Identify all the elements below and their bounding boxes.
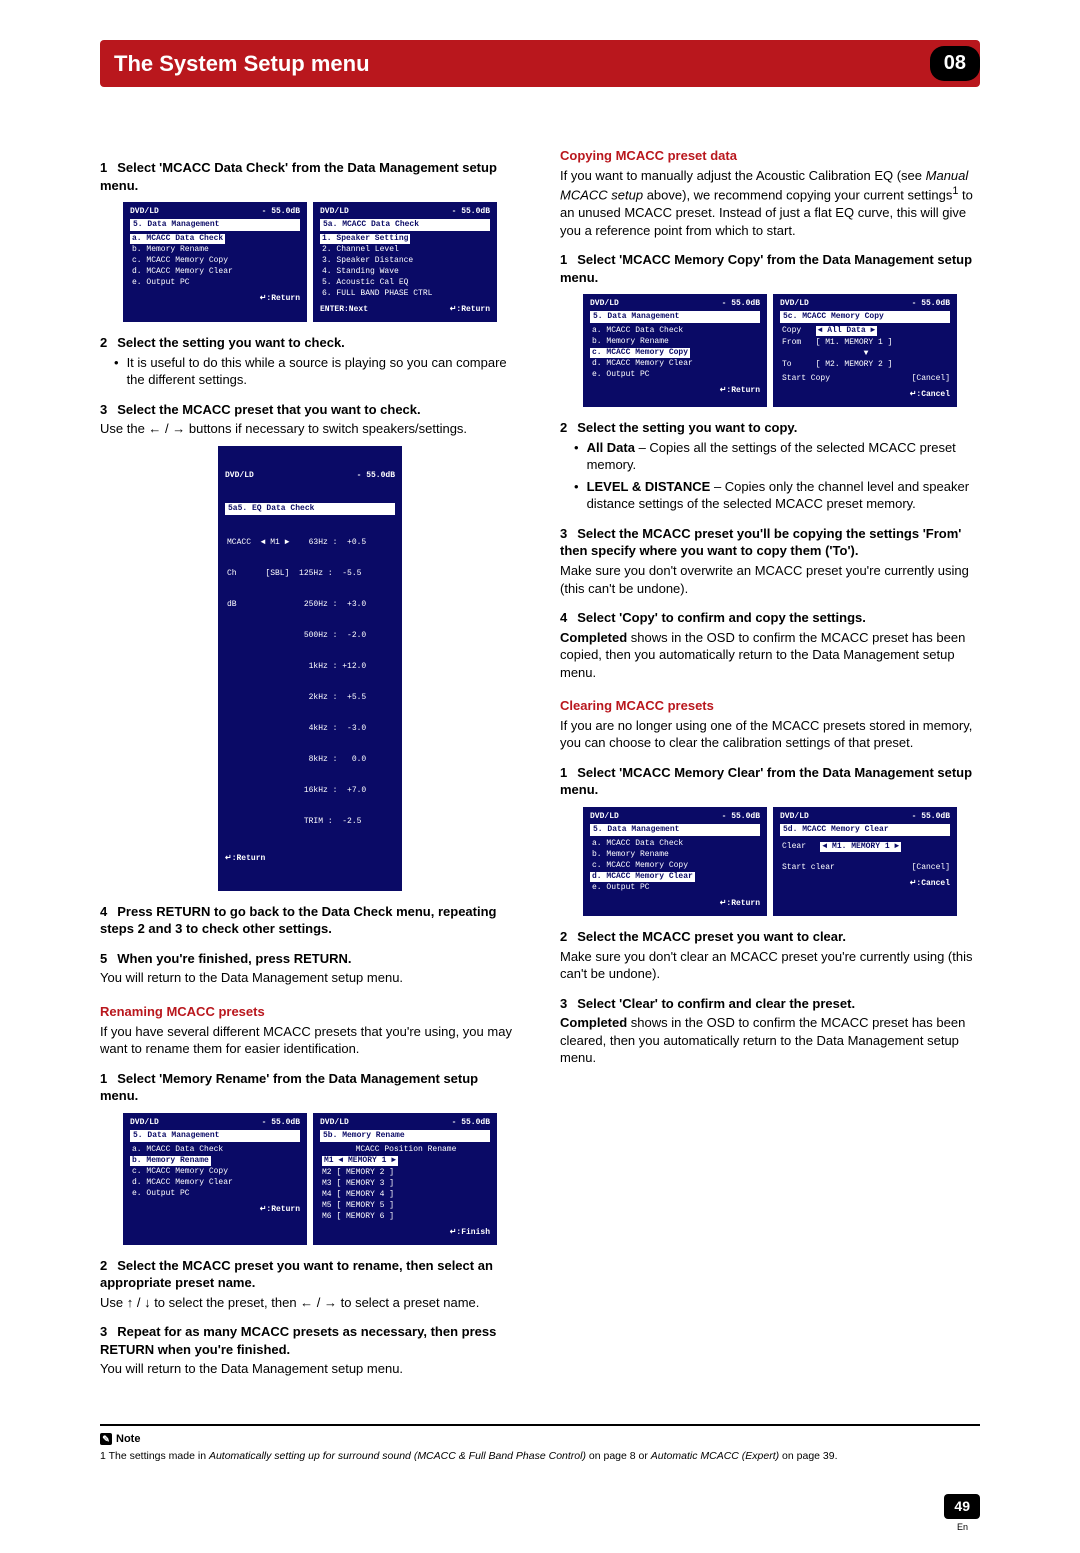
body-text: If you have several different MCACC pres… xyxy=(100,1023,520,1058)
copy-heading: Copying MCACC preset data xyxy=(560,147,980,165)
divider xyxy=(100,1424,980,1426)
osd-data-mgmt: DVD/LD- 55.0dB 5. Data Management a. MCA… xyxy=(123,202,307,322)
note-icon: ✎ xyxy=(100,1433,112,1445)
body-text: Completed shows in the OSD to confirm th… xyxy=(560,1014,980,1067)
copy-step-3: 3Select the MCACC preset you'll be copyi… xyxy=(560,525,980,560)
osd-eq-check: DVD/LD- 55.0dB 5a5. EQ Data Check MCACC … xyxy=(218,446,402,891)
osd-clear-b: DVD/LD- 55.0dB 5d. MCACC Memory Clear Cl… xyxy=(773,807,957,916)
osd-pair-copy: DVD/LD- 55.0dB 5. Data Management a. MCA… xyxy=(560,294,980,407)
body-text: Completed shows in the OSD to confirm th… xyxy=(560,629,980,682)
step-3: 3Select the MCACC preset that you want t… xyxy=(100,401,520,419)
osd-pair-1: DVD/LD- 55.0dB 5. Data Management a. MCA… xyxy=(100,202,520,322)
page-title: The System Setup menu xyxy=(114,49,370,79)
rename-step-1: 1Select 'Memory Rename' from the Data Ma… xyxy=(100,1070,520,1105)
osd-clear-a: DVD/LD- 55.0dB 5. Data Management a. MCA… xyxy=(583,807,767,916)
bullet: All Data – Copies all the settings of th… xyxy=(574,439,980,474)
page-number: 49 xyxy=(944,1494,980,1519)
body-text: Make sure you don't clear an MCACC prese… xyxy=(560,948,980,983)
footnote: 1 The settings made in Automatically set… xyxy=(100,1449,980,1463)
body-text: You will return to the Data Management s… xyxy=(100,1360,520,1378)
title-bar: The System Setup menu 08 xyxy=(100,40,980,87)
body-text: If you are no longer using one of the MC… xyxy=(560,717,980,752)
body-text: You will return to the Data Management s… xyxy=(100,969,520,987)
left-column: 1Select 'MCACC Data Check' from the Data… xyxy=(100,147,520,1384)
osd-copy-b: DVD/LD- 55.0dB 5c. MCACC Memory Copy Cop… xyxy=(773,294,957,407)
bullet: LEVEL & DISTANCE – Copies only the chann… xyxy=(574,478,980,513)
osd-rename-b: DVD/LD- 55.0dB 5b. Memory Rename MCACC P… xyxy=(313,1113,497,1245)
osd-data-check: DVD/LD- 55.0dB 5a. MCACC Data Check 1. S… xyxy=(313,202,497,322)
body-text: Make sure you don't overwrite an MCACC p… xyxy=(560,562,980,597)
step-4: 4Press RETURN to go back to the Data Che… xyxy=(100,903,520,938)
body-text: Use the ← / → buttons if necessary to sw… xyxy=(100,420,520,438)
copy-step-1: 1Select 'MCACC Memory Copy' from the Dat… xyxy=(560,251,980,286)
osd-pair-clear: DVD/LD- 55.0dB 5. Data Management a. MCA… xyxy=(560,807,980,916)
step-1: 1Select 'MCACC Data Check' from the Data… xyxy=(100,159,520,194)
step-5: 5When you're finished, press RETURN. xyxy=(100,950,520,968)
rename-step-2: 2Select the MCACC preset you want to ren… xyxy=(100,1257,520,1292)
chapter-badge: 08 xyxy=(930,46,980,81)
clear-step-3: 3Select 'Clear' to confirm and clear the… xyxy=(560,995,980,1013)
body-text: Use ↑ / ↓ to select the preset, then ← /… xyxy=(100,1294,520,1312)
note-label: ✎ Note xyxy=(100,1432,140,1447)
copy-step-4: 4Select 'Copy' to confirm and copy the s… xyxy=(560,609,980,627)
clear-step-1: 1Select 'MCACC Memory Clear' from the Da… xyxy=(560,764,980,799)
osd-pair-rename: DVD/LD- 55.0dB 5. Data Management a. MCA… xyxy=(100,1113,520,1245)
rename-heading: Renaming MCACC presets xyxy=(100,1003,520,1021)
clear-step-2: 2Select the MCACC preset you want to cle… xyxy=(560,928,980,946)
bullet: It is useful to do this while a source i… xyxy=(114,354,520,389)
clear-heading: Clearing MCACC presets xyxy=(560,697,980,715)
step-2: 2Select the setting you want to check. xyxy=(100,334,520,352)
copy-step-2: 2Select the setting you want to copy. xyxy=(560,419,980,437)
body-text: If you want to manually adjust the Acous… xyxy=(560,167,980,240)
osd-copy-a: DVD/LD- 55.0dB 5. Data Management a. MCA… xyxy=(583,294,767,407)
right-column: Copying MCACC preset data If you want to… xyxy=(560,147,980,1384)
lang-label: En xyxy=(957,1521,968,1533)
rename-step-3: 3Repeat for as many MCACC presets as nec… xyxy=(100,1323,520,1358)
osd-rename-a: DVD/LD- 55.0dB 5. Data Management a. MCA… xyxy=(123,1113,307,1245)
